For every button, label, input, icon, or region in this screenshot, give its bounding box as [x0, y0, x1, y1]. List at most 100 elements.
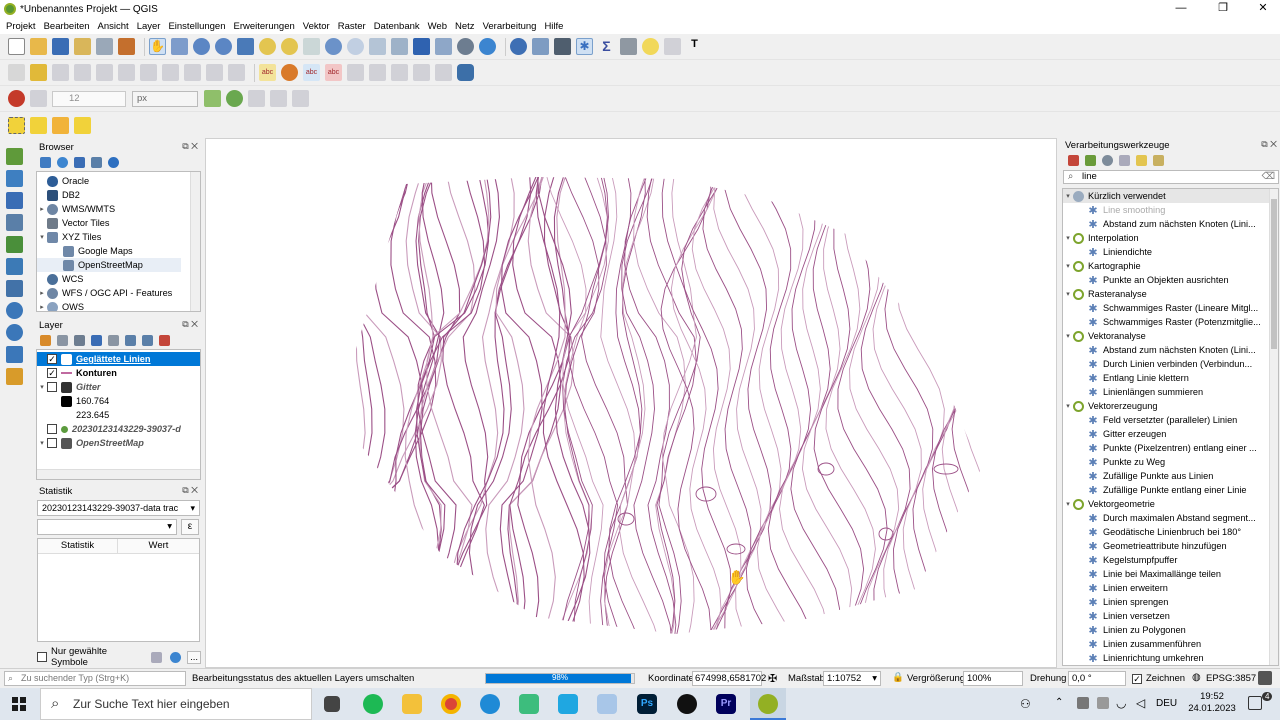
processing-algorithm[interactable]: ✱ Zufällige Punkte aus Linien: [1063, 469, 1278, 483]
label-tool-icon[interactable]: abc: [259, 64, 276, 81]
add-wfs-icon[interactable]: [6, 324, 23, 341]
snapping-magnet-icon[interactable]: [8, 90, 25, 107]
add-layer-icon[interactable]: [40, 156, 51, 168]
processing-algorithm[interactable]: ✱ Schwammiges Raster (Lineare Mitgl...: [1063, 301, 1278, 315]
layer-item[interactable]: ▾ OpenStreetMap: [37, 436, 200, 450]
app-blue-icon[interactable]: [558, 694, 578, 714]
attribute-table-icon[interactable]: [532, 38, 549, 55]
premiere-icon[interactable]: Pr: [716, 694, 736, 714]
processing-algorithm[interactable]: ✱ Line smoothing: [1063, 203, 1278, 217]
browser-item[interactable]: Google Maps: [37, 244, 200, 258]
deselect-icon[interactable]: [52, 116, 69, 134]
menu-datenbank[interactable]: Datenbank: [370, 21, 424, 32]
processing-group[interactable]: ▾ Vektoranalyse: [1063, 329, 1278, 343]
open-project-icon[interactable]: [30, 38, 47, 55]
toggle-editing-pencil-icon[interactable]: [30, 64, 47, 81]
new-project-icon[interactable]: [8, 38, 25, 55]
layer-hscrollbar[interactable]: [37, 469, 200, 479]
rotation-spinbox[interactable]: 0,0 °: [1068, 671, 1126, 686]
field-calculator-icon[interactable]: [554, 38, 571, 55]
processing-algorithm[interactable]: ✱ Linien erweitern: [1063, 581, 1278, 595]
info-icon[interactable]: [108, 156, 119, 168]
coordinate-field[interactable]: 674998,6581702: [692, 671, 766, 686]
edit-features-in-place-icon[interactable]: [1136, 154, 1147, 166]
browser-item[interactable]: ▾ XYZ Tiles: [37, 230, 200, 244]
pan-to-selection-icon[interactable]: [171, 38, 188, 55]
show-bookmarks-icon[interactable]: [435, 38, 452, 55]
add-vector-layer-icon[interactable]: [6, 148, 23, 165]
settings-gear-icon[interactable]: [664, 38, 681, 55]
diagram-icon[interactable]: [413, 64, 430, 81]
tray-chevron-icon[interactable]: ⌃: [1055, 697, 1063, 708]
scale-dependent-icon[interactable]: [292, 90, 309, 107]
menu-web[interactable]: Web: [424, 21, 451, 32]
new-3d-view-icon[interactable]: [391, 38, 408, 55]
add-wms-icon[interactable]: [6, 302, 23, 319]
windows-start-icon[interactable]: [12, 697, 26, 711]
menu-bearbeiten[interactable]: Bearbeiten: [40, 21, 94, 32]
add-geopackage-icon[interactable]: [6, 236, 23, 253]
menu-hilfe[interactable]: Hilfe: [540, 21, 567, 32]
menu-projekt[interactable]: Projekt: [2, 21, 40, 32]
processing-algorithm[interactable]: ✱ Geodätische Linienbruch bei 180°: [1063, 525, 1278, 539]
menu-raster[interactable]: Raster: [334, 21, 370, 32]
app-green-icon[interactable]: [519, 694, 539, 714]
browser-item[interactable]: ▸ WFS / OGC API - Features: [37, 286, 200, 300]
browser-item[interactable]: Oracle: [37, 174, 200, 188]
measure-icon[interactable]: [620, 38, 637, 55]
statistics-field-select[interactable]: ▾: [37, 519, 177, 535]
add-postgis-icon[interactable]: [6, 280, 23, 297]
select-by-location-icon[interactable]: [74, 116, 91, 134]
copy-icon[interactable]: [151, 651, 163, 663]
panel-close-icon[interactable]: ⧉ ✕: [182, 141, 198, 152]
select-features-icon[interactable]: [8, 116, 25, 134]
magnifier-spinbox[interactable]: 100%: [963, 671, 1023, 686]
identify-icon[interactable]: [510, 38, 527, 55]
delete-selected-icon[interactable]: [118, 64, 135, 81]
processing-group[interactable]: ▾ Interpolation: [1063, 231, 1278, 245]
label-rotate-icon[interactable]: [369, 64, 386, 81]
remove-layer-icon[interactable]: [159, 334, 170, 346]
browser-scrollbar[interactable]: [190, 172, 200, 311]
new-shapefile-icon[interactable]: [6, 368, 23, 385]
taskbar-clock[interactable]: 19:52 24.01.2023: [1188, 691, 1236, 715]
diagram-move-icon[interactable]: [435, 64, 452, 81]
statistics-sum-icon[interactable]: Σ: [598, 38, 615, 55]
browser-item[interactable]: Vector Tiles: [37, 216, 200, 230]
menu-layer[interactable]: Layer: [133, 21, 165, 32]
maximize-button[interactable]: ❐: [1206, 0, 1240, 18]
expression-filter-icon[interactable]: [108, 334, 119, 346]
paste-icon[interactable]: [184, 64, 201, 81]
tolerance-spinbox[interactable]: 12: [52, 90, 126, 107]
app-pen-icon[interactable]: [597, 694, 617, 714]
cut-icon[interactable]: [140, 64, 157, 81]
processing-algorithm[interactable]: ✱ Punkte an Objekten ausrichten: [1063, 273, 1278, 287]
undo-icon[interactable]: [206, 64, 223, 81]
processing-algorithm[interactable]: ✱ Linien zu Polygonen: [1063, 623, 1278, 637]
map-canvas[interactable]: ✋: [205, 138, 1057, 668]
browser-item[interactable]: ▸ OWS: [37, 300, 200, 311]
processing-group[interactable]: ▾ Rasteranalyse: [1063, 287, 1278, 301]
map-tips-icon[interactable]: [642, 38, 659, 55]
selected-only-checkbox[interactable]: [37, 652, 47, 662]
people-icon[interactable]: ⚇: [1020, 697, 1031, 711]
add-wcs-icon[interactable]: [6, 346, 23, 363]
style-manager-icon[interactable]: [118, 38, 135, 55]
label-pin-icon[interactable]: abc: [303, 64, 320, 81]
expression-button[interactable]: ε: [181, 519, 199, 535]
extents-toggle-icon[interactable]: ✠: [768, 672, 777, 685]
processing-algorithm[interactable]: ✱ Schwammiges Raster (Potenzmitglie...: [1063, 315, 1278, 329]
processing-algorithm[interactable]: ✱ Zufällige Punkte entlang einer Linie: [1063, 483, 1278, 497]
minimize-button[interactable]: —: [1164, 0, 1198, 18]
tray-app-icon[interactable]: [1097, 697, 1109, 709]
panel-close-icon[interactable]: ⧉ ✕: [1261, 139, 1277, 150]
processing-search-input[interactable]: ⌕ line ⌫: [1063, 170, 1279, 184]
menu-vektor[interactable]: Vektor: [299, 21, 334, 32]
new-map-view-icon[interactable]: [369, 38, 386, 55]
panel-close-icon[interactable]: ⧉ ✕: [182, 485, 198, 496]
lock-scale-icon[interactable]: 🔒: [892, 672, 904, 683]
layer-labeling-icon[interactable]: [281, 64, 298, 81]
refresh-icon[interactable]: [57, 156, 68, 168]
column-header-statistik[interactable]: Statistik: [38, 539, 118, 553]
snap-intersection-icon[interactable]: [226, 90, 243, 107]
